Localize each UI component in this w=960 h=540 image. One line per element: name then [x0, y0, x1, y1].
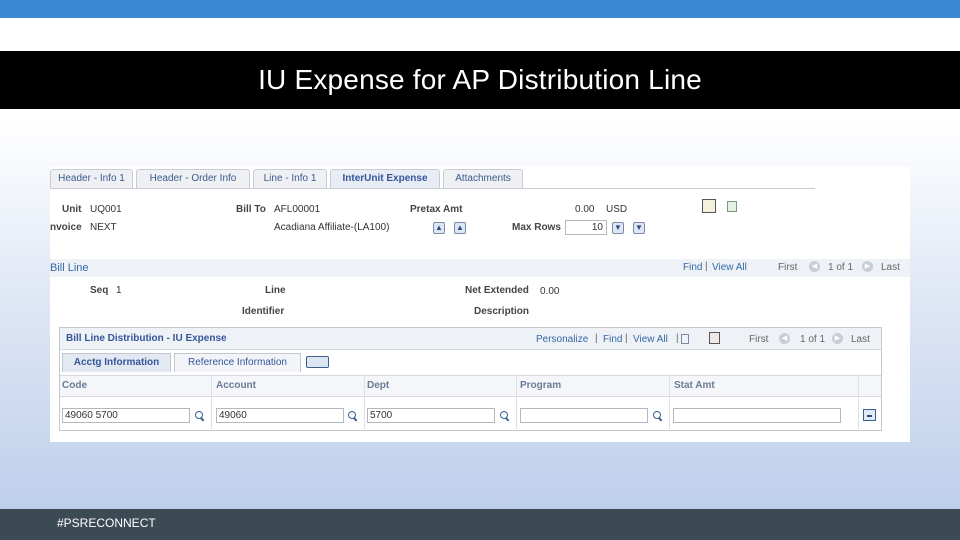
seq-label: Seq [90, 285, 109, 296]
net-extended-value: 0.00 [540, 286, 560, 297]
bill-to-description: Acadiana Affiliate-(LA100) [274, 222, 390, 233]
grid-icon[interactable] [681, 334, 689, 344]
distribution-last-link[interactable]: Last [851, 334, 870, 345]
bill-to-prev-icon[interactable]: ▲ [433, 222, 445, 234]
bill-line-find-link[interactable]: Find [683, 262, 702, 273]
dept-input[interactable]: 5700 [367, 408, 495, 423]
bill-to-next-icon[interactable]: ▲ [454, 222, 466, 234]
bill-to-label: Bill To [236, 204, 266, 215]
max-rows-label: Max Rows [512, 222, 561, 233]
dept-lookup-icon[interactable] [499, 410, 510, 421]
tab-attachments[interactable]: Attachments [443, 169, 523, 189]
distribution-title: Bill Line Distribution - IU Expense [66, 333, 227, 344]
personalize-link[interactable]: Personalize [536, 334, 588, 345]
seq-value: 1 [116, 285, 122, 296]
spreadsheet-icon[interactable] [709, 332, 720, 344]
currency-code: USD [606, 204, 628, 215]
bill-line-prev-icon[interactable]: ◀ [809, 261, 820, 272]
spreadsheet-icon[interactable] [727, 201, 737, 212]
bill-line-view-all-link[interactable]: View All [712, 262, 747, 273]
distribution-find-link[interactable]: Find [603, 334, 622, 345]
code-input[interactable]: 49060 5700 [62, 408, 190, 423]
footer-bar: #PSRECONNECT [0, 509, 960, 540]
program-lookup-icon[interactable] [652, 410, 663, 421]
tab-line-info-1[interactable]: Line - Info 1 [253, 169, 327, 189]
bill-line-next-icon[interactable]: ▶ [862, 261, 873, 272]
tab-acctg-information[interactable]: Acctg Information [62, 353, 171, 372]
code-lookup-icon[interactable] [194, 410, 205, 421]
pretax-amt-label: Pretax Amt [410, 204, 463, 215]
tab-interunit-expense[interactable]: InterUnit Expense [330, 169, 440, 189]
bill-line-last-link[interactable]: Last [881, 262, 900, 273]
bill-line-counter: 1 of 1 [828, 262, 854, 273]
unit-label: Unit [62, 204, 82, 215]
slide-title: IU Expense for AP Distribution Line [0, 51, 960, 109]
tab-header-order-info[interactable]: Header - Order Info [136, 169, 250, 189]
description-label: Description [474, 306, 530, 317]
bill-line-distribution-grid: Bill Line Distribution - IU Expense Pers… [59, 327, 882, 431]
show-all-columns-icon[interactable] [306, 356, 329, 368]
column-header-code: Code [62, 380, 87, 391]
top-accent-bar [0, 0, 960, 18]
invoice-value: NEXT [90, 222, 117, 233]
delete-row-icon[interactable] [863, 409, 876, 421]
line-label: Line [265, 285, 286, 296]
distribution-first-link[interactable]: First [749, 334, 768, 345]
distribution-prev-icon[interactable]: ◀ [779, 333, 790, 344]
bill-line-title: Bill Line [50, 262, 89, 274]
column-header-account: Account [216, 380, 256, 391]
account-input[interactable]: 49060 [216, 408, 344, 423]
distribution-counter: 1 of 1 [800, 334, 826, 345]
peoplesoft-page-panel: Header - Info 1 Header - Order Info Line… [50, 167, 910, 442]
tab-underline [50, 188, 815, 189]
distribution-next-icon[interactable]: ▶ [832, 333, 843, 344]
column-header-program: Program [520, 380, 562, 391]
column-header-stat-amt: Stat Amt [674, 380, 715, 391]
account-lookup-icon[interactable] [347, 410, 358, 421]
distribution-view-all-link[interactable]: View All [633, 334, 668, 345]
unit-value: UQ001 [90, 204, 122, 215]
identifier-label: Identifier [242, 306, 285, 317]
grid-header-row [60, 375, 881, 397]
stat-amt-input[interactable] [673, 408, 841, 423]
max-rows-last-icon[interactable]: ▼ [633, 222, 645, 234]
invoice-label: nvoice [50, 222, 82, 233]
max-rows-down-icon[interactable]: ▼ [612, 222, 624, 234]
book-icon[interactable] [702, 199, 716, 213]
tab-header-info-1[interactable]: Header - Info 1 [50, 169, 133, 189]
pretax-amt-value: 0.00 [575, 204, 595, 215]
program-input[interactable] [520, 408, 648, 423]
bill-line-first-link[interactable]: First [778, 262, 797, 273]
tab-reference-information[interactable]: Reference Information [174, 353, 301, 372]
bill-to-value: AFL00001 [274, 204, 321, 215]
net-extended-label: Net Extended [465, 285, 529, 296]
column-header-dept: Dept [367, 380, 390, 391]
max-rows-input[interactable]: 10 [565, 220, 607, 235]
